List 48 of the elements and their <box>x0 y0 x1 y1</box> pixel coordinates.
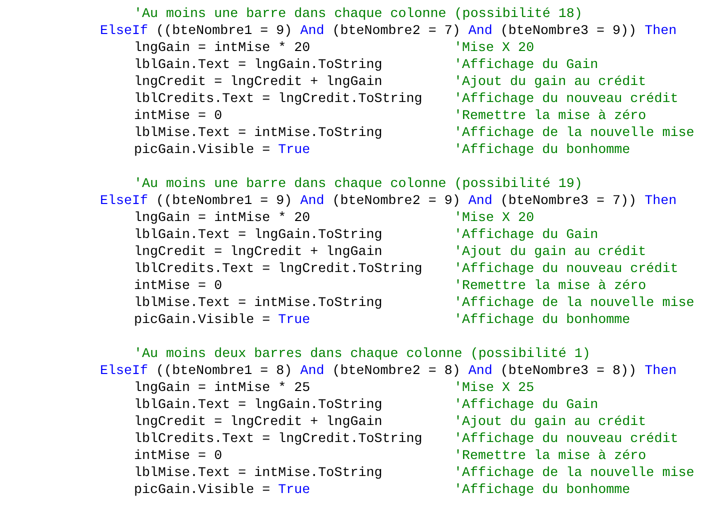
code-line: picGain.Visible = True <box>134 482 310 499</box>
code-comment: 'Affichage du bonhomme <box>454 142 630 159</box>
code-comment: 'Remettre la mise à zéro <box>454 448 646 465</box>
code-comment: 'Remettre la mise à zéro <box>454 108 646 125</box>
code-comment: 'Au moins une barre dans chaque colonne (possibilité 18) <box>134 6 582 23</box>
code-comment: 'Mise X 25 <box>454 380 534 397</box>
code-line: lngGain = intMise * 25 <box>134 380 310 397</box>
code-comment: 'Affichage du bonhomme <box>454 482 630 499</box>
code-line: lblMise.Text = intMise.ToString <box>134 465 382 482</box>
code-line: lngGain = intMise * 20 <box>134 40 310 57</box>
code-line: ElseIf ((bteNombre1 = 9) And (bteNombre2 = 7) And (bteNombre3 = 9)) Then <box>100 23 677 40</box>
code-comment: 'Ajout du gain au crédit <box>454 74 646 91</box>
code-comment: 'Ajout du gain au crédit <box>454 414 646 431</box>
code-comment: 'Affichage du nouveau crédit <box>454 261 678 278</box>
code-comment: 'Remettre la mise à zéro <box>454 278 646 295</box>
code-line: lngCredit = lngCredit + lngGain <box>134 414 382 431</box>
code-comment: 'Affichage du nouveau crédit <box>454 431 678 448</box>
code-comment: 'Affichage de la nouvelle mise <box>454 465 694 482</box>
code-line: lngCredit = lngCredit + lngGain <box>134 244 382 261</box>
code-comment: 'Mise X 20 <box>454 210 534 227</box>
code-line: lblCredits.Text = lngCredit.ToString <box>134 431 422 448</box>
code-comment: 'Affichage du Gain <box>454 227 598 244</box>
code-comment: 'Mise X 20 <box>454 40 534 57</box>
code-line: ElseIf ((bteNombre1 = 8) And (bteNombre2 = 8) And (bteNombre3 = 8)) Then <box>100 363 677 380</box>
code-comment: 'Au moins deux barres dans chaque colonne (possibilité 1) <box>134 346 590 363</box>
code-line: intMise = 0 <box>134 278 222 295</box>
code-line: lngCredit = lngCredit + lngGain <box>134 74 382 91</box>
code-comment: 'Affichage du bonhomme <box>454 312 630 329</box>
code-line: picGain.Visible = True <box>134 312 310 329</box>
code-comment: 'Au moins une barre dans chaque colonne (possibilité 19) <box>134 176 582 193</box>
code-comment: 'Affichage du Gain <box>454 397 598 414</box>
code-line: lblMise.Text = intMise.ToString <box>134 295 382 312</box>
code-line: picGain.Visible = True <box>134 142 310 159</box>
code-line: lblGain.Text = lngGain.ToString <box>134 57 382 74</box>
code-line: ElseIf ((bteNombre1 = 9) And (bteNombre2 = 9) And (bteNombre3 = 7)) Then <box>100 193 677 210</box>
code-line: lblCredits.Text = lngCredit.ToString <box>134 91 422 108</box>
code-line: lblGain.Text = lngGain.ToString <box>134 397 382 414</box>
code-line: lblGain.Text = lngGain.ToString <box>134 227 382 244</box>
code-line: intMise = 0 <box>134 448 222 465</box>
code-comment: 'Affichage du Gain <box>454 57 598 74</box>
code-comment: 'Affichage de la nouvelle mise <box>454 295 694 312</box>
code-comment: 'Affichage du nouveau crédit <box>454 91 678 108</box>
code-line: intMise = 0 <box>134 108 222 125</box>
code-comment: 'Affichage de la nouvelle mise <box>454 125 694 142</box>
code-comment: 'Ajout du gain au crédit <box>454 244 646 261</box>
code-line: lngGain = intMise * 20 <box>134 210 310 227</box>
code-line: lblMise.Text = intMise.ToString <box>134 125 382 142</box>
code-line: lblCredits.Text = lngCredit.ToString <box>134 261 422 278</box>
